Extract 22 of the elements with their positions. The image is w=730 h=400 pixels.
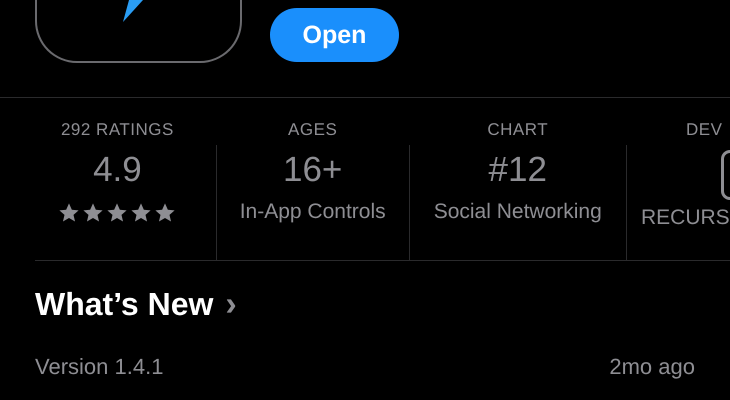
section-title[interactable]: What’s New bbox=[35, 286, 214, 323]
chevron-icon[interactable]: › bbox=[225, 285, 237, 324]
star-icon bbox=[154, 202, 176, 224]
star-icon bbox=[106, 202, 128, 224]
app-icon[interactable] bbox=[35, 0, 242, 63]
version-text: Version 1.4.1 bbox=[35, 354, 164, 380]
rating-value: 4.9 bbox=[93, 150, 142, 191]
info-label: CHART bbox=[487, 120, 548, 141]
star-icon bbox=[82, 202, 104, 224]
open-button[interactable]: Open bbox=[270, 8, 399, 62]
info-label: AGES bbox=[288, 120, 338, 141]
star-icon bbox=[130, 202, 152, 224]
star-icon bbox=[58, 202, 80, 224]
info-value: #12 bbox=[488, 150, 547, 191]
info-label: DEV bbox=[686, 120, 722, 141]
release-date: 2mo ago bbox=[609, 354, 695, 380]
developer-name: RECURS bbox=[640, 206, 730, 230]
info-caption: In-App Controls bbox=[240, 200, 386, 224]
ratings-label: 292 RATINGS bbox=[60, 120, 174, 141]
info-value: 16+ bbox=[282, 150, 342, 191]
developer-icon bbox=[720, 150, 730, 200]
info-caption: Social Networking bbox=[434, 200, 602, 224]
